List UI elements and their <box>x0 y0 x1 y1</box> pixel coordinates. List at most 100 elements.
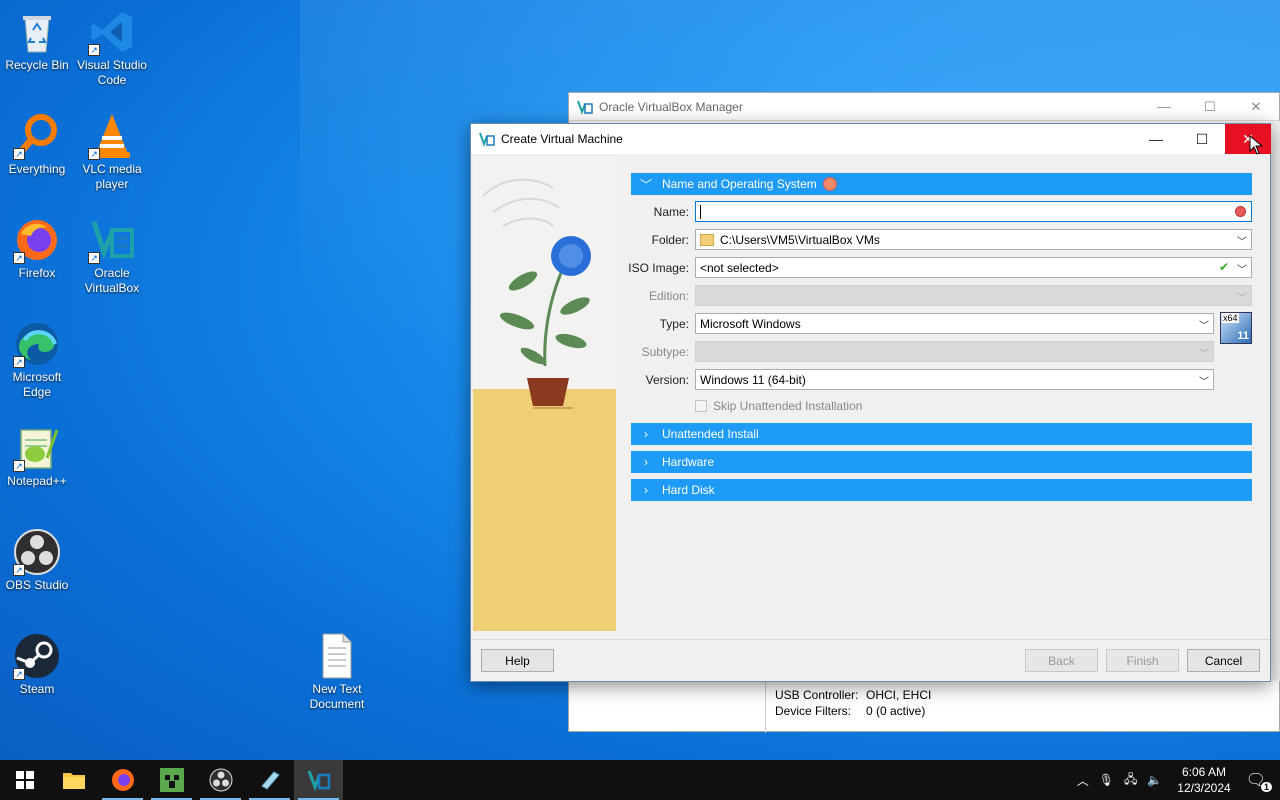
section-title: Hard Disk <box>662 483 715 497</box>
chevron-right-icon: › <box>644 483 648 497</box>
desktop-icon-notepadpp[interactable]: ↗ Notepad++ <box>0 424 74 489</box>
create-vm-dialog[interactable]: Create Virtual Machine — ☐ ✕ ﹀ Name and … <box>470 123 1271 682</box>
shortcut-arrow-icon: ↗ <box>88 252 100 264</box>
divider <box>765 681 766 733</box>
desktop-icon-label: New Text Document <box>309 682 365 711</box>
chevron-down-icon[interactable]: ﹀ <box>1237 233 1247 248</box>
virtualbox-icon <box>479 132 495 147</box>
taskbar-minecraft[interactable] <box>147 760 196 800</box>
cancel-button[interactable]: Cancel <box>1187 649 1260 672</box>
vscode-icon: ↗ <box>88 8 136 56</box>
shortcut-arrow-icon: ↗ <box>13 564 25 576</box>
name-label: Name: <box>653 205 689 219</box>
folder-label: Folder: <box>651 233 689 247</box>
virtualbox-icon: ↗ <box>88 216 136 264</box>
chevron-down-icon[interactable]: ﹀ <box>1199 373 1209 388</box>
minimize-icon[interactable]: — <box>1141 99 1187 115</box>
version-value: Windows 11 (64-bit) <box>700 372 806 387</box>
desktop-icon-virtualbox[interactable]: ↗ Oracle VirtualBox <box>75 216 149 296</box>
taskbar-obs[interactable] <box>196 760 245 800</box>
desktop-icon-vlc[interactable]: ↗ VLC media player <box>75 112 149 192</box>
manager-title: Oracle VirtualBox Manager <box>599 99 743 114</box>
virtualbox-icon <box>577 100 593 115</box>
desktop-icon-label: Everything <box>8 162 66 176</box>
section-unattended-install[interactable]: › Unattended Install <box>631 423 1252 445</box>
close-icon[interactable]: ✕ <box>1233 99 1279 115</box>
clock[interactable]: 6:06 AM 12/3/2024 <box>1177 764 1230 796</box>
desktop-icon-firefox[interactable]: ↗ Firefox <box>0 216 74 281</box>
recycle-bin-icon <box>13 8 61 56</box>
skip-unattended-checkbox[interactable] <box>695 400 707 412</box>
taskbar-notepad[interactable] <box>245 760 294 800</box>
volume-icon[interactable]: 🔈 <box>1147 773 1162 787</box>
edition-combobox: ﹀ <box>695 285 1252 306</box>
desktop-icon-label: Microsoft Edge <box>12 370 62 399</box>
device-filters-label: Device Filters: <box>775 704 852 718</box>
desktop-icon-recycle-bin[interactable]: Recycle Bin <box>0 8 74 73</box>
obs-icon <box>209 768 232 792</box>
section-hard-disk[interactable]: › Hard Disk <box>631 479 1252 501</box>
manager-title-bar[interactable]: Oracle VirtualBox Manager — ☐ ✕ <box>569 93 1279 121</box>
error-icon <box>1235 206 1246 217</box>
help-button[interactable]: Help <box>481 649 554 672</box>
mouse-cursor-icon <box>1249 135 1263 155</box>
type-value: Microsoft Windows <box>700 316 801 331</box>
subtype-combobox: ﹀ <box>695 341 1214 362</box>
desktop-icon-everything[interactable]: ↗ Everything <box>0 112 74 177</box>
taskbar-file-explorer[interactable] <box>49 760 98 800</box>
desktop-icon-new-text-document[interactable]: New Text Document <box>300 632 374 712</box>
desktop-icon-vscode[interactable]: ↗ Visual Studio Code <box>75 8 149 88</box>
firefox-icon <box>111 769 134 791</box>
os-badge-version: 11 <box>1237 330 1249 342</box>
type-label: Type: <box>659 317 689 331</box>
footer-divider <box>471 639 1270 640</box>
chevron-down-icon[interactable]: ﹀ <box>1199 317 1209 332</box>
firefox-icon: ↗ <box>13 216 61 264</box>
edition-label: Edition: <box>648 289 689 303</box>
everything-search-icon: ↗ <box>13 112 61 160</box>
show-hidden-icons-icon[interactable]: ︿ <box>1077 772 1089 789</box>
virtualbox-icon <box>307 770 330 792</box>
maximize-button[interactable]: ☐ <box>1179 124 1225 154</box>
maximize-icon[interactable]: ☐ <box>1187 99 1233 115</box>
checkmark-icon: ✔ <box>1218 260 1229 274</box>
chevron-down-icon: ﹀ <box>1199 349 1209 360</box>
chevron-right-icon: › <box>644 427 648 441</box>
iso-value: <not selected> <box>700 260 779 275</box>
version-combobox[interactable]: Windows 11 (64-bit) ﹀ <box>695 369 1214 390</box>
text-cursor <box>700 204 701 219</box>
notification-center-icon[interactable]: 🗨 1 <box>1246 770 1272 792</box>
type-combobox[interactable]: Microsoft Windows ﹀ <box>695 313 1214 334</box>
desktop-icon-steam[interactable]: ↗ Steam <box>0 632 74 697</box>
microphone-icon[interactable]: 🎙 <box>1099 773 1114 787</box>
folder-combobox[interactable]: C:\Users\VM5\VirtualBox VMs ﹀ <box>695 229 1252 250</box>
chevron-down-icon[interactable]: ﹀ <box>1237 261 1247 276</box>
version-label: Version: <box>645 373 689 387</box>
taskbar: ︿ 🎙 🖧 🔈 6:06 AM 12/3/2024 🗨 1 <box>0 760 1280 800</box>
wizard-illustration <box>473 156 616 631</box>
taskbar-virtualbox[interactable] <box>294 760 343 800</box>
shortcut-arrow-icon: ↗ <box>13 356 25 368</box>
chevron-right-icon: › <box>644 455 648 469</box>
device-filters-value: 0 (0 active) <box>866 704 926 718</box>
skip-unattended-checkbox-row[interactable]: Skip Unattended Installation <box>695 399 862 413</box>
section-hardware[interactable]: › Hardware <box>631 451 1252 473</box>
notepadpp-icon: ↗ <box>13 424 61 472</box>
section-name-and-os[interactable]: ﹀ Name and Operating System <box>631 173 1252 195</box>
start-button[interactable] <box>0 760 49 800</box>
vlc-icon: ↗ <box>88 112 136 160</box>
desktop-icon-label: Steam <box>19 682 55 696</box>
finish-button: Finish <box>1106 649 1179 672</box>
name-input[interactable] <box>695 201 1252 222</box>
desktop-icon-obs[interactable]: ↗ OBS Studio <box>0 528 74 593</box>
usb-controller-label: USB Controller: <box>775 688 859 702</box>
close-button[interactable]: ✕ <box>1225 124 1271 154</box>
taskbar-firefox[interactable] <box>98 760 147 800</box>
desktop-icon-edge[interactable]: ↗ Microsoft Edge <box>0 320 74 400</box>
minimize-button[interactable]: — <box>1133 124 1179 154</box>
iso-image-combobox[interactable]: <not selected> ✔ ﹀ <box>695 257 1252 278</box>
desktop-icon-label: Oracle VirtualBox <box>84 266 140 295</box>
network-icon[interactable]: 🖧 <box>1124 770 1137 791</box>
desktop-icon-label: Recycle Bin <box>5 58 69 72</box>
os-badge-arch: x64 <box>1222 313 1239 323</box>
